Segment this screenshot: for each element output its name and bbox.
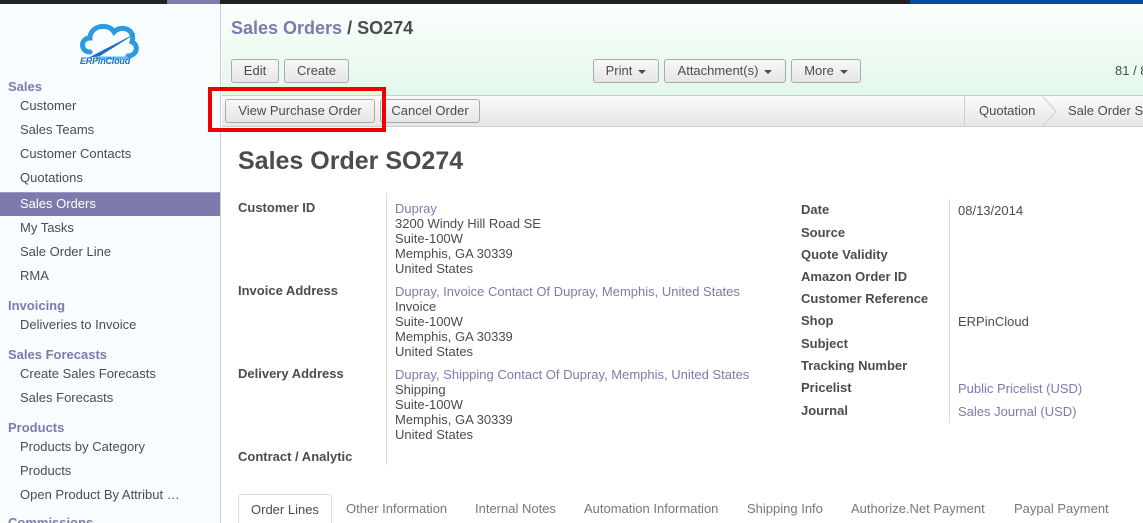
customer-id-value: Dupray 3200 Windy Hill Road SE Suite-100… xyxy=(395,201,541,276)
invoice-address-line: Memphis, GA 30339 xyxy=(395,329,513,344)
sidebar-item-sales-orders[interactable]: Sales Orders xyxy=(0,192,220,216)
tab-automation-information[interactable]: Automation Information xyxy=(572,494,730,523)
breadcrumb: Sales Orders / SO274 xyxy=(231,18,413,39)
tab-order-lines[interactable]: Order Lines xyxy=(238,494,332,523)
invoice-address-line: United States xyxy=(395,344,474,359)
delivery-address-link[interactable]: Dupray, Shipping Contact Of Dupray, Memp… xyxy=(395,367,749,382)
journal-label: Journal xyxy=(801,403,848,418)
caret-down-icon xyxy=(764,69,773,74)
sidebar: ERPinCloud Sales Customer Sales Teams Cu… xyxy=(0,4,221,523)
sidebar-section-invoicing[interactable]: Invoicing xyxy=(8,298,65,313)
customer-address-line: 3200 Windy Hill Road SE xyxy=(395,216,541,231)
shop-value: ERPinCloud xyxy=(958,314,1029,329)
tab-shipping-info[interactable]: Shipping Info xyxy=(735,494,835,523)
status-bar: View Purchase Order Cancel Order Quotati… xyxy=(222,95,1143,127)
breadcrumb-separator: / xyxy=(342,18,358,38)
sidebar-item-quotations[interactable]: Quotations xyxy=(0,167,220,189)
notebook-tabs: Order Lines Other Information Internal N… xyxy=(238,494,1143,523)
customer-address-line: Suite-100W xyxy=(395,231,463,246)
sidebar-item-customer-contacts[interactable]: Customer Contacts xyxy=(0,143,220,165)
tab-internal-notes[interactable]: Internal Notes xyxy=(463,494,568,523)
journal-link[interactable]: Sales Journal (USD) xyxy=(958,404,1077,419)
sidebar-section-sales[interactable]: Sales xyxy=(8,79,42,94)
page-title: Sales Order SO274 xyxy=(238,147,463,176)
customer-address-line: Memphis, GA 30339 xyxy=(395,246,513,261)
customer-link[interactable]: Dupray xyxy=(395,201,541,216)
customer-reference-label: Customer Reference xyxy=(801,291,929,306)
caret-down-icon xyxy=(839,69,848,74)
sidebar-item-sales-forecasts[interactable]: Sales Forecasts xyxy=(0,387,220,409)
stage-quotation[interactable]: Quotation xyxy=(979,96,1035,127)
sidebar-item-rma[interactable]: RMA xyxy=(0,265,220,287)
sidebar-section-products[interactable]: Products xyxy=(8,420,64,435)
date-value: 08/13/2014 xyxy=(958,203,1024,218)
contract-analytic-label: Contract / Analytic xyxy=(238,449,353,464)
right-group-divider xyxy=(949,199,950,423)
sidebar-item-my-tasks[interactable]: My Tasks xyxy=(0,217,220,239)
invoice-address-link[interactable]: Dupray, Invoice Contact Of Dupray, Memph… xyxy=(395,284,740,299)
sidebar-section-commissions[interactable]: Commissions xyxy=(8,515,93,523)
breadcrumb-current: SO274 xyxy=(357,18,414,38)
customer-address-line: United States xyxy=(395,261,474,276)
stage-chevron-icon xyxy=(1042,96,1057,127)
delivery-address-line: Shipping xyxy=(395,382,446,397)
delivery-address-line: Suite-100W xyxy=(395,397,463,412)
print-label: Print xyxy=(605,63,633,78)
subject-label: Subject xyxy=(801,336,848,351)
left-group-divider xyxy=(386,193,387,465)
form-sheet: Sales Order SO274 Customer ID Dupray 320… xyxy=(222,127,1143,523)
more-label: More xyxy=(804,63,834,78)
tab-authorize-net-payment[interactable]: Authorize.Net Payment xyxy=(839,494,997,523)
journal-value: Sales Journal (USD) xyxy=(958,404,1077,419)
invoice-address-label: Invoice Address xyxy=(238,283,338,298)
more-button[interactable]: More xyxy=(791,59,861,83)
delivery-address-value: Dupray, Shipping Contact Of Dupray, Memp… xyxy=(395,367,749,442)
attachments-button[interactable]: Attachment(s) xyxy=(664,59,786,83)
delivery-address-line: Memphis, GA 30339 xyxy=(395,412,513,427)
sidebar-item-create-sales-forecasts[interactable]: Create Sales Forecasts xyxy=(0,363,220,385)
invoice-address-line: Invoice xyxy=(395,299,437,314)
sidebar-item-sales-teams[interactable]: Sales Teams xyxy=(0,119,220,141)
sidebar-item-customer[interactable]: Customer xyxy=(0,95,220,117)
pricelist-link[interactable]: Public Pricelist (USD) xyxy=(958,381,1082,396)
date-label: Date xyxy=(801,202,830,217)
control-panel: Sales Orders / SO274 Edit Create Print A… xyxy=(222,4,1143,95)
delivery-address-label: Delivery Address xyxy=(238,366,344,381)
edit-button[interactable]: Edit xyxy=(231,59,279,83)
cancel-order-button[interactable]: Cancel Order xyxy=(380,99,480,123)
tracking-number-label: Tracking Number xyxy=(801,358,908,373)
sidebar-item-products-by-category[interactable]: Products by Category xyxy=(0,436,220,458)
create-button[interactable]: Create xyxy=(284,59,349,83)
title-prefix: Sales Order xyxy=(238,147,379,175)
tab-other-information[interactable]: Other Information xyxy=(334,494,459,523)
pricelist-value: Public Pricelist (USD) xyxy=(958,381,1082,396)
stage-sale-order[interactable]: Sale Order S xyxy=(1068,96,1143,127)
quote-validity-label: Quote Validity xyxy=(801,247,888,262)
pager-value[interactable]: 81 / 8 xyxy=(1115,63,1143,78)
attachments-label: Attachment(s) xyxy=(677,63,759,78)
tab-paypal-payment[interactable]: Paypal Payment xyxy=(1002,494,1121,523)
sidebar-item-open-product-by-attribute[interactable]: Open Product By Attribut … xyxy=(0,484,220,506)
status-stages: Quotation Sale Order S xyxy=(964,96,1143,127)
sidebar-item-sale-order-line[interactable]: Sale Order Line xyxy=(0,241,220,263)
delivery-address-line: United States xyxy=(395,427,474,442)
print-button[interactable]: Print xyxy=(593,59,659,83)
shop-label: Shop xyxy=(801,313,834,328)
main-content: Sales Orders / SO274 Edit Create Print A… xyxy=(222,4,1143,523)
invoice-address-line: Suite-100W xyxy=(395,314,463,329)
title-number: SO274 xyxy=(385,147,464,175)
sidebar-section-sales-forecasts[interactable]: Sales Forecasts xyxy=(8,347,107,362)
sidebar-item-deliveries-to-invoice[interactable]: Deliveries to Invoice xyxy=(0,314,220,336)
amazon-order-id-label: Amazon Order ID xyxy=(801,269,908,284)
logo-text: ERPinCloud xyxy=(80,56,130,66)
caret-down-icon xyxy=(638,69,647,74)
view-purchase-order-button[interactable]: View Purchase Order xyxy=(225,99,375,123)
source-label: Source xyxy=(801,225,846,240)
pricelist-label: Pricelist xyxy=(801,380,852,395)
sidebar-item-products[interactable]: Products xyxy=(0,460,220,482)
invoice-address-value: Dupray, Invoice Contact Of Dupray, Memph… xyxy=(395,284,740,359)
customer-id-label: Customer ID xyxy=(238,200,316,215)
breadcrumb-parent[interactable]: Sales Orders xyxy=(231,18,342,38)
